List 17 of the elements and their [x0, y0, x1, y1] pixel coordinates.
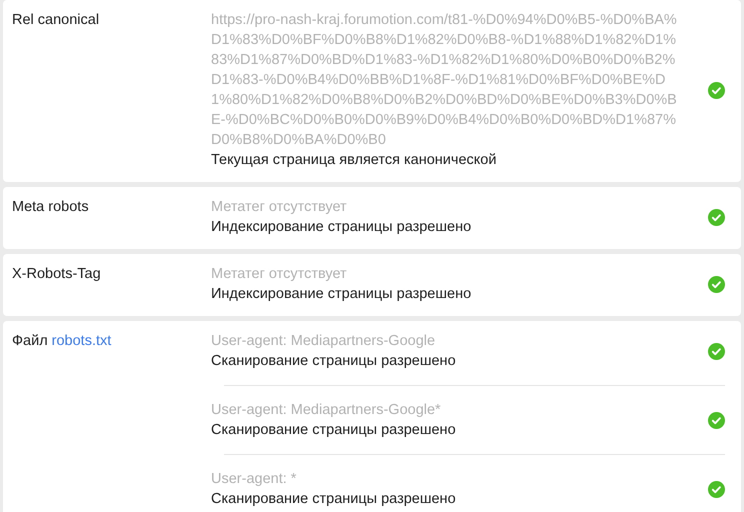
result-text: Сканирование страницы разрешено: [211, 490, 457, 509]
row-label: Meta robots: [12, 198, 89, 217]
row-label: Rel canonical: [12, 11, 100, 30]
detail-text: Метатег отсутствует: [211, 198, 348, 217]
result-text: Индексирование страницы разрешено: [211, 218, 472, 237]
detail-text: Метатег отсутствует: [211, 265, 348, 284]
detail-text: https://pro-nash-kraj.forumotion.com/t81-%D0%94%D0%B5-%D0%BA%D1%83%D0%BF%D0%B8%D1%82%D0%B8-%D1%88%D1%82%D1%83%D1%87%D0%BD%D1%83-%D1%82%D1%80%D0%B0%D0%B2%D1%83-%D0%B4%D0%BB%D1%8F-%D1%81%D0%BF%D0%BE%D1%80%D1%82%D0%B8%D0%B2%D0%BD%D0%BE%D0%B3%D0%BE-%D0%BC%D0%B0%D0%B9%D0%B4%D0%B0%D0%BD%D1%87%D0%B8%D0%BA%D0%B0: [211, 11, 678, 150]
result-text: Сканирование страницы разрешено: [211, 421, 457, 440]
result-text: Сканирование страницы разрешено: [211, 352, 457, 371]
detail-text: User-agent: Mediapartners-Google: [211, 332, 436, 351]
result-text: Текущая страница является канонической: [211, 151, 498, 170]
detail-text: User-agent: *: [211, 470, 298, 489]
row-label: X-Robots-Tag: [12, 265, 101, 284]
detail-text: User-agent: Mediapartners-Google*: [211, 401, 442, 420]
robots-link[interactable]: robots.txt: [52, 331, 112, 351]
result-text: Индексирование страницы разрешено: [211, 285, 472, 304]
row-label: Файл: [12, 332, 48, 351]
